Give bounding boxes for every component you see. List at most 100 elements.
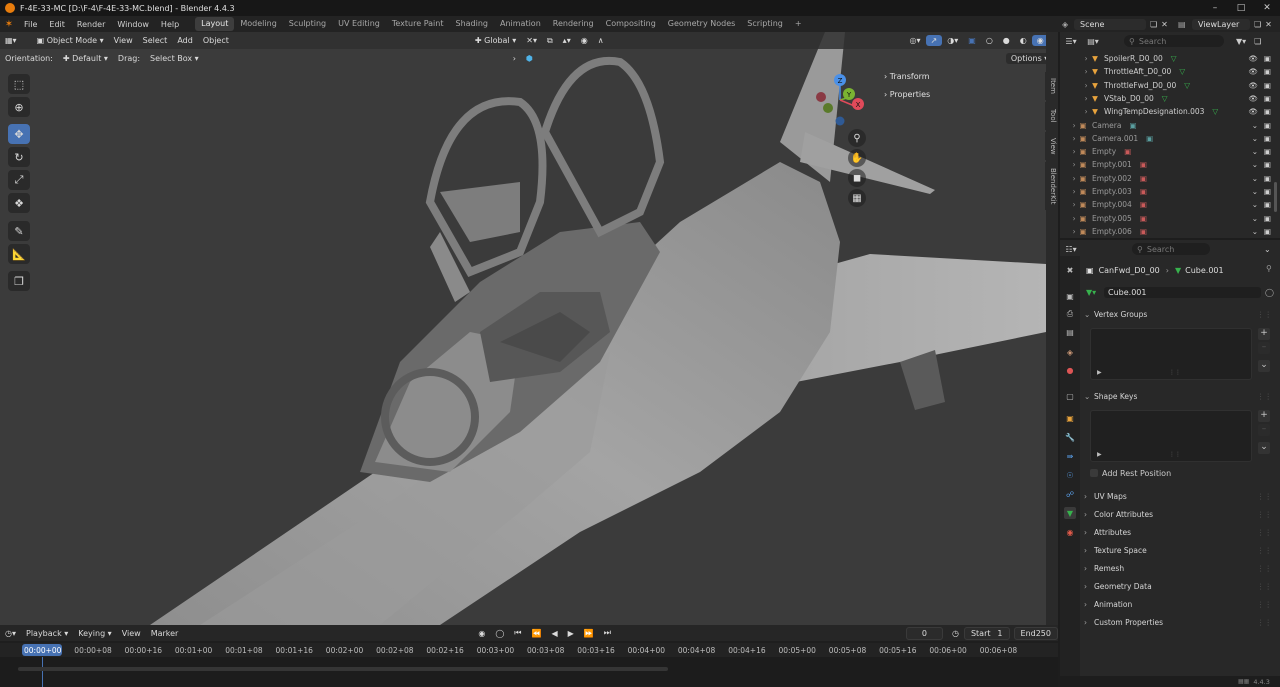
overlay-toggle-icon[interactable]: ◑▾ xyxy=(942,35,963,46)
viewport-menu-select[interactable]: Select xyxy=(138,35,173,46)
outliner-row[interactable]: › ▼ ThrottleAft_D0_00 ▽ 👁 ▣ xyxy=(1060,65,1280,78)
minimize-icon[interactable]: – xyxy=(1202,0,1228,16)
render-visibility-icon[interactable]: ▣ xyxy=(1264,160,1271,169)
gizmo-neg-x[interactable] xyxy=(816,92,826,102)
menu-help[interactable]: Help xyxy=(155,20,185,29)
properties-search-input[interactable]: ⚲ Search xyxy=(1132,243,1210,255)
scene-field[interactable]: Scene xyxy=(1074,18,1146,30)
outliner-row[interactable]: › ▣ Empty.006 ▣ ⌄ ▣ xyxy=(1060,225,1280,238)
select-box-tool[interactable]: ⬚ xyxy=(8,74,30,94)
workspace-tab-geometry-nodes[interactable]: Geometry Nodes xyxy=(662,17,741,31)
scale-tool[interactable]: ⤢ xyxy=(8,170,30,190)
expand-arrow-icon[interactable]: › xyxy=(1060,107,1090,116)
drag-grip-icon[interactable]: ⋮⋮ xyxy=(1257,600,1272,609)
properties-editor[interactable]: ☷▾ ⚲ Search ⌄ ✖ ▣ ⎙ ▤ ◈ ● ▢ ▣ 🔧 ⇛ ☉ ☍ ▼ … xyxy=(1060,240,1280,687)
blenderkit-icon[interactable]: ⬢ xyxy=(521,53,538,64)
expand-arrow-icon[interactable]: › xyxy=(1060,160,1078,169)
constraint-icon[interactable]: ▣ xyxy=(1140,187,1147,196)
workspace-tab-layout[interactable]: Layout xyxy=(195,17,235,31)
timeline-ruler[interactable]: 00:00+00 00:00+08 00:00+16 00:01+00 00:01+08… xyxy=(0,643,1058,657)
add-shape-key-button[interactable]: + xyxy=(1258,410,1270,422)
panel-header-texture-space[interactable]: › Texture Space ⋮⋮ xyxy=(1084,542,1274,558)
drag-grip-icon[interactable]: ⋮⋮ xyxy=(1257,492,1272,501)
mesh-data-icon[interactable]: ▽ xyxy=(1212,107,1218,116)
timeline-menu-view[interactable]: View xyxy=(117,628,146,639)
list-resize-grip-icon[interactable]: ⋮⋮ xyxy=(1169,369,1181,376)
outliner-item-name[interactable]: Empty.004 xyxy=(1092,200,1132,209)
mesh-data-icon[interactable]: ▽ xyxy=(1171,54,1177,63)
expand-arrow-icon[interactable]: › xyxy=(1060,54,1090,63)
workspace-tab-animation[interactable]: Animation xyxy=(494,17,547,31)
mode-dropdown[interactable]: ▣ Object Mode ▾ xyxy=(32,35,109,46)
play-icon[interactable]: ▶ xyxy=(563,628,579,639)
render-visibility-icon[interactable]: ▣ xyxy=(1264,134,1271,143)
viewport-menu-object[interactable]: Object xyxy=(198,35,234,46)
camera-data-icon[interactable]: ▣ xyxy=(1146,134,1153,143)
expand-arrow-icon[interactable]: › xyxy=(1060,81,1090,90)
drag-grip-icon[interactable]: ⋮⋮ xyxy=(1257,510,1272,519)
outliner-row[interactable]: › ▣ Empty.002 ▣ ⌄ ▣ xyxy=(1060,172,1280,185)
close-icon[interactable]: ✕ xyxy=(1254,0,1280,16)
outliner-item-name[interactable]: WingTempDesignation.003 xyxy=(1104,107,1204,116)
mesh-data-icon[interactable]: ▽ xyxy=(1184,81,1190,90)
sidebar-tab-view[interactable]: View xyxy=(1045,132,1057,160)
expand-arrow-icon[interactable]: › xyxy=(1060,134,1078,143)
material-tab-icon[interactable]: ◉ xyxy=(1064,526,1076,538)
transform-panel-header[interactable]: › Transform xyxy=(884,72,930,81)
eye-hidden-icon[interactable]: ⌄ xyxy=(1252,187,1258,196)
outliner-item-name[interactable]: Empty.002 xyxy=(1092,174,1132,183)
wireframe-shading-icon[interactable]: ○ xyxy=(981,35,998,46)
visibility-icon[interactable]: ◎▾ xyxy=(905,35,926,46)
mesh-datablock-field[interactable]: Cube.001 xyxy=(1104,287,1262,298)
view-layer-tab-icon[interactable]: ▤ xyxy=(1064,326,1076,338)
shape-keys-list[interactable]: ▶ ⋮⋮ xyxy=(1090,410,1252,462)
add-cube-tool[interactable]: ❐ xyxy=(8,271,30,291)
view-layer-field[interactable]: ViewLayer xyxy=(1192,18,1250,30)
workspace-tab-sculpting[interactable]: Sculpting xyxy=(283,17,332,31)
annotate-tool[interactable]: ✎ xyxy=(8,221,30,241)
timeline-editor-type-icon[interactable]: ◷▾ xyxy=(0,628,21,639)
constraint-icon[interactable]: ▣ xyxy=(1140,174,1147,183)
render-visibility-icon[interactable]: ▣ xyxy=(1264,174,1271,183)
workspace-tab-uv-editing[interactable]: UV Editing xyxy=(332,17,386,31)
gizmo-neg-z[interactable] xyxy=(835,116,845,126)
xray-toggle-icon[interactable]: ▣ xyxy=(963,35,981,46)
outliner-item-name[interactable]: Camera.001 xyxy=(1092,134,1138,143)
outliner-row[interactable]: › ▼ VStab_D0_00 ▽ 👁 ▣ xyxy=(1060,92,1280,105)
eye-hidden-icon[interactable]: ⌄ xyxy=(1252,147,1258,156)
outliner-editor-type-icon[interactable]: ☰▾ xyxy=(1060,37,1082,46)
jump-end-icon[interactable]: ⏭ xyxy=(599,627,616,639)
eye-hidden-icon[interactable]: ⌄ xyxy=(1252,134,1258,143)
auto-keying-icon[interactable]: ◯ xyxy=(490,628,509,639)
transform-tool[interactable]: ❖ xyxy=(8,193,30,213)
render-tab-icon[interactable]: ▣ xyxy=(1064,290,1076,302)
outliner-item-name[interactable]: ThrottleAft_D0_00 xyxy=(1104,67,1171,76)
expand-arrow-icon[interactable]: › xyxy=(1060,187,1078,196)
outliner-item-name[interactable]: Empty xyxy=(1092,147,1116,156)
outliner-row[interactable]: › ▼ WingTempDesignation.003 ▽ 👁 ▣ xyxy=(1060,105,1280,118)
expand-arrow-icon[interactable]: › xyxy=(1060,200,1078,209)
measure-tool[interactable]: 📐 xyxy=(8,244,30,264)
jump-keyframe-forward-icon[interactable]: ⏩ xyxy=(579,628,599,639)
snap-target-icon[interactable]: ▴▾ xyxy=(558,35,576,46)
render-visibility-icon[interactable]: ▣ xyxy=(1264,187,1271,196)
expand-arrow-icon[interactable]: › xyxy=(1060,227,1078,236)
remove-shape-key-button[interactable]: – xyxy=(1258,424,1270,436)
drag-dropdown[interactable]: Select Box ▾ xyxy=(145,53,204,64)
snap-icon[interactable]: ⧉ xyxy=(542,35,558,47)
eye-icon[interactable]: 👁 xyxy=(1248,81,1258,90)
vertex-group-specials-button[interactable]: ⌄ xyxy=(1258,360,1270,372)
sidebar-tab-item[interactable]: Item xyxy=(1045,72,1057,100)
solid-shading-icon[interactable]: ● xyxy=(998,35,1015,46)
render-visibility-icon[interactable]: ▣ xyxy=(1264,81,1271,90)
outliner-row[interactable]: › ▼ ThrottleFwd_D0_00 ▽ 👁 ▣ xyxy=(1060,79,1280,92)
timeline-editor[interactable]: ◷▾ Playback ▾ Keying ▾ View Marker ◉ ◯ ⏮… xyxy=(0,625,1058,687)
eye-hidden-icon[interactable]: ⌄ xyxy=(1252,227,1258,236)
outliner-item-name[interactable]: Empty.001 xyxy=(1092,160,1132,169)
delete-view-layer-icon[interactable]: ✕ xyxy=(1265,20,1272,29)
editor-type-icon[interactable]: ▦▾ xyxy=(0,35,22,46)
outliner-item-name[interactable]: Empty.005 xyxy=(1092,214,1132,223)
eye-icon[interactable]: 👁 xyxy=(1248,94,1258,103)
collection-tab-icon[interactable]: ▢ xyxy=(1064,390,1076,402)
outliner-row[interactable]: › ▼ SpoilerR_D0_00 ▽ 👁 ▣ xyxy=(1060,52,1280,65)
